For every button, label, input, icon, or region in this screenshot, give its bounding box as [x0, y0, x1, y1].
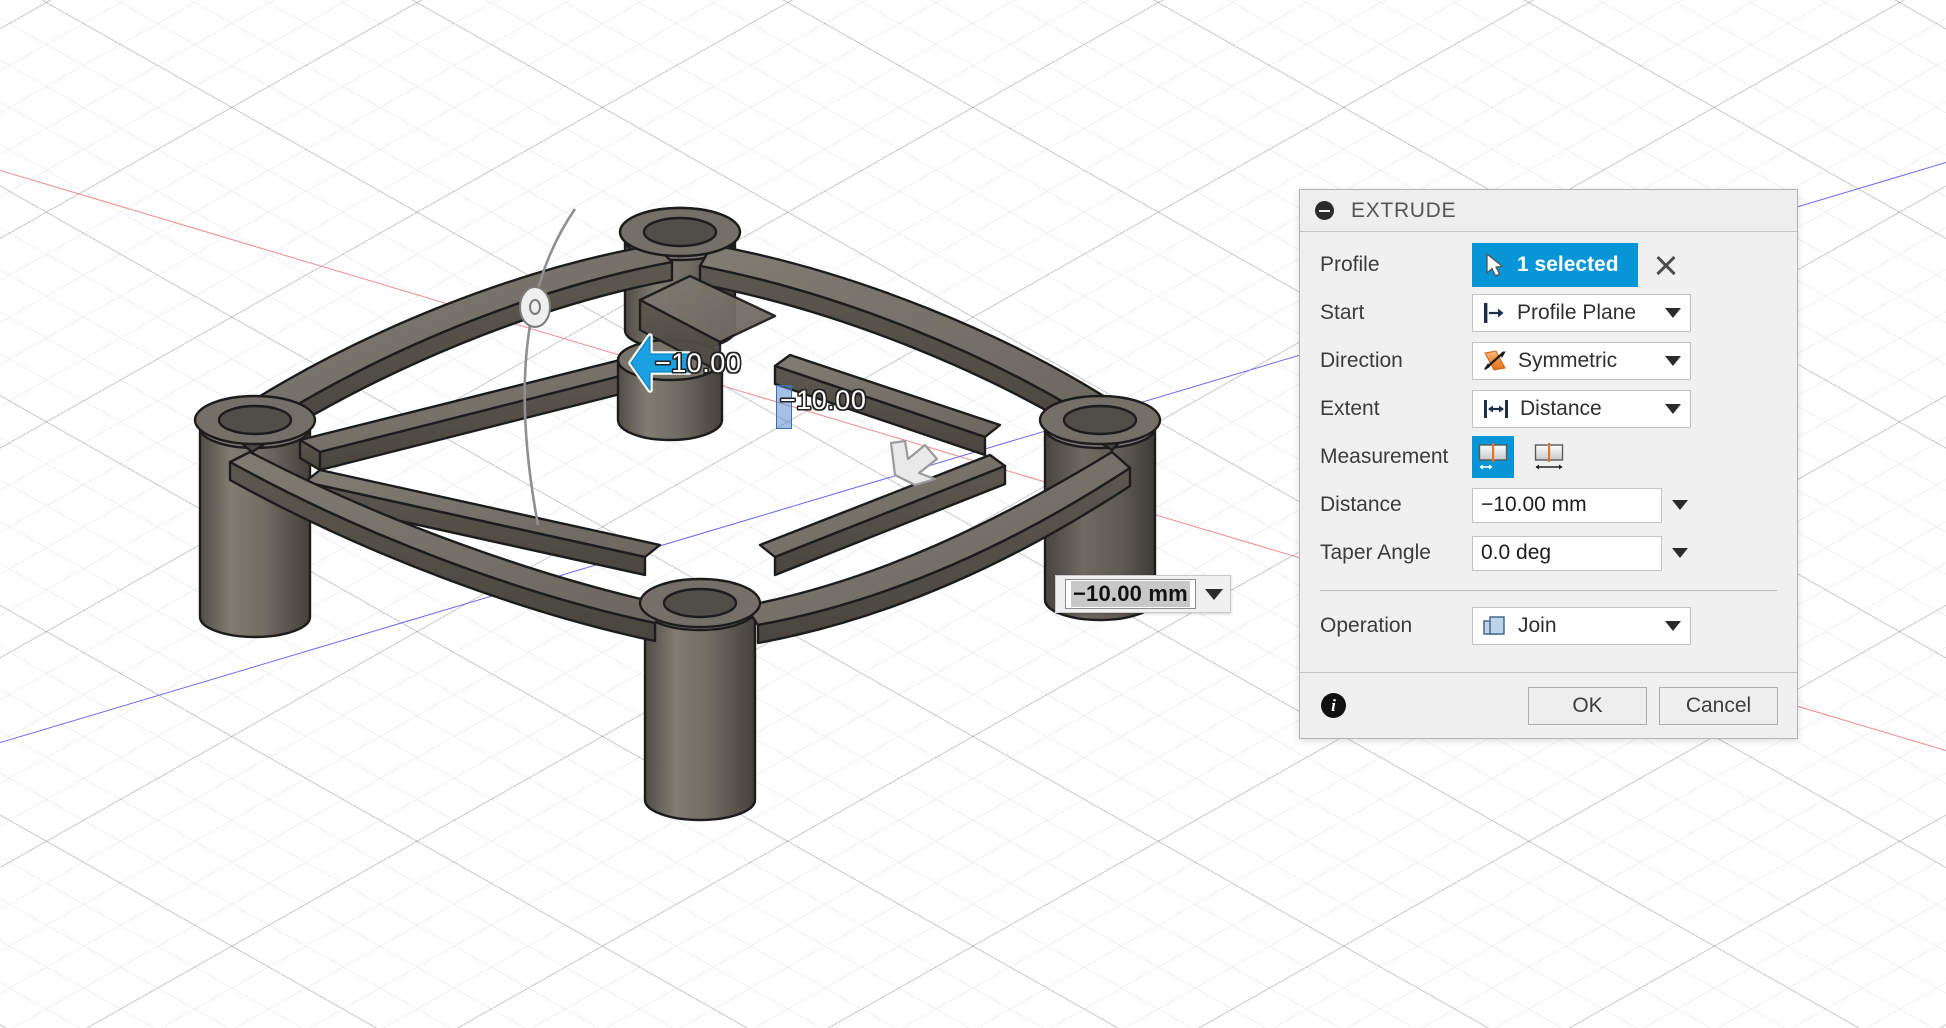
extent-marker-tag[interactable] — [776, 385, 792, 429]
extrude-dialog[interactable]: EXTRUDE Profile 1 selected — [1299, 189, 1798, 739]
cursor-arrow-icon — [1484, 252, 1506, 278]
chevron-down-icon[interactable] — [1665, 621, 1681, 631]
join-operation-icon — [1482, 614, 1508, 638]
row-label-operation: Operation — [1320, 614, 1472, 638]
ok-button[interactable]: OK — [1528, 687, 1647, 725]
profile-plane-icon — [1482, 302, 1507, 324]
start-value: Profile Plane — [1517, 301, 1655, 325]
curved-arms — [230, 245, 1130, 643]
leg-cylinder-front — [645, 590, 755, 820]
chevron-down-icon[interactable] — [1205, 589, 1223, 600]
direction-dropdown[interactable]: Symmetric — [1472, 342, 1691, 380]
row-label-direction: Direction — [1320, 349, 1472, 373]
measurement-toggle-group — [1472, 436, 1570, 478]
row-operation: Operation Join — [1300, 602, 1797, 650]
symmetric-icon — [1482, 349, 1508, 373]
row-label-distance: Distance — [1320, 493, 1472, 517]
collapse-minus-icon[interactable] — [1315, 201, 1334, 220]
profile-selection-button[interactable]: 1 selected — [1472, 243, 1638, 287]
chevron-down-icon[interactable] — [1672, 548, 1688, 558]
dimension-label-primary[interactable]: −10.00 — [655, 348, 741, 379]
extrude-arrow-handle-secondary[interactable] — [885, 435, 945, 491]
chevron-down-icon[interactable] — [1665, 404, 1681, 414]
extent-value: Distance — [1520, 397, 1655, 421]
extent-dropdown[interactable]: Distance — [1472, 390, 1691, 428]
taper-angle-rotation-handle[interactable] — [500, 205, 630, 535]
half-length-icon[interactable] — [1472, 436, 1514, 478]
dialog-footer: i OK Cancel — [1300, 672, 1797, 738]
row-label-measurement: Measurement — [1320, 445, 1472, 469]
chevron-down-icon[interactable] — [1672, 500, 1688, 510]
whole-length-glyph — [1533, 442, 1565, 472]
profile-selection-label: 1 selected — [1517, 253, 1619, 277]
direction-value: Symmetric — [1518, 349, 1655, 373]
section-divider — [1320, 590, 1777, 591]
row-label-taper-angle: Taper Angle — [1320, 541, 1472, 565]
floating-input-field[interactable]: −10.00 mm — [1065, 579, 1196, 609]
cancel-button[interactable]: Cancel — [1659, 687, 1778, 725]
distance-value: −10.00 mm — [1481, 493, 1587, 517]
dialog-titlebar[interactable]: EXTRUDE — [1300, 190, 1797, 232]
start-dropdown[interactable]: Profile Plane — [1472, 294, 1691, 332]
row-measurement: Measurement — [1300, 433, 1797, 481]
chevron-down-icon[interactable] — [1665, 308, 1681, 318]
row-extent: Extent Distance — [1300, 385, 1797, 433]
extrude-arrow-handle-primary[interactable] — [627, 331, 697, 395]
hub-gussets — [640, 276, 775, 372]
row-label-profile: Profile — [1320, 253, 1472, 277]
taper-angle-value: 0.0 deg — [1481, 541, 1551, 565]
close-x-icon[interactable] — [1653, 252, 1679, 278]
chevron-down-icon[interactable] — [1665, 356, 1681, 366]
leg-cylinder-back — [625, 220, 735, 350]
whole-length-icon[interactable] — [1528, 436, 1570, 478]
dialog-title: EXTRUDE — [1351, 199, 1456, 223]
floating-distance-input[interactable]: −10.00 mm — [1055, 575, 1231, 613]
cad-viewport[interactable]: −10.00 −10.00 −10.00 mm EXTRUDE Profile — [0, 0, 1946, 1028]
dimension-label-secondary[interactable]: −10.00 — [780, 385, 866, 416]
distance-extent-icon — [1482, 398, 1510, 420]
row-profile: Profile 1 selected — [1300, 241, 1797, 289]
operation-value: Join — [1518, 614, 1655, 638]
row-direction: Direction — [1300, 337, 1797, 385]
center-hub — [618, 340, 722, 440]
dialog-body: Profile 1 selected Start — [1300, 232, 1797, 672]
row-taper-angle: Taper Angle 0.0 deg — [1300, 529, 1797, 577]
leg-cylinder-left — [200, 408, 310, 637]
inner-rails — [300, 355, 1005, 575]
distance-input[interactable]: −10.00 mm — [1472, 488, 1662, 523]
row-distance: Distance −10.00 mm — [1300, 481, 1797, 529]
row-start: Start Profile Plane — [1300, 289, 1797, 337]
info-icon[interactable]: i — [1321, 693, 1346, 718]
row-label-start: Start — [1320, 301, 1472, 325]
floating-input-value: −10.00 mm — [1071, 581, 1190, 607]
half-length-glyph — [1477, 442, 1509, 472]
taper-angle-input[interactable]: 0.0 deg — [1472, 536, 1662, 571]
row-label-extent: Extent — [1320, 397, 1472, 421]
operation-dropdown[interactable]: Join — [1472, 607, 1691, 645]
leg-collars — [195, 208, 1160, 627]
